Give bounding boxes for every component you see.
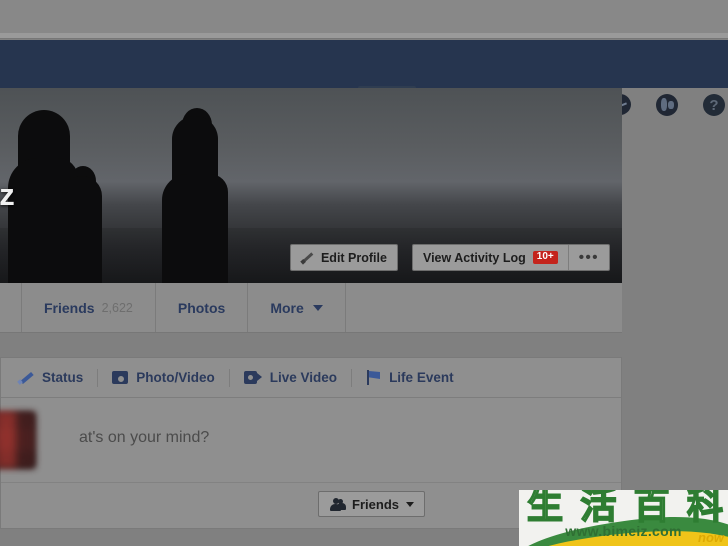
activity-log-badge: 10+ [532,251,558,264]
friends-icon [329,497,347,511]
edit-profile-button[interactable]: Edit Profile [289,244,398,271]
watermark-chinese-title: 生 活 百 科 [526,490,724,527]
avatar-pixelated-overlay [0,412,35,468]
browser-chrome-divider [0,33,728,39]
sidebar-item-friends[interactable]: Friends 2,622 [22,283,156,332]
edit-profile-label: Edit Profile [320,250,387,265]
facebook-navbar: Shaine Home ? [0,40,728,120]
flag-icon [366,370,381,385]
composer-live-label: Live Video [269,370,338,385]
composer-tab-row: Status Photo/Video Live Video Life Event [1,358,621,398]
cover-action-buttons: Edit Profile View Activity Log 10+ ••• [289,244,610,271]
watermark-char-1: 生 [526,490,564,527]
pencil-icon [17,370,34,385]
more-options-button[interactable]: ••• [569,245,609,270]
pencil-icon [300,251,314,265]
tab-friends-count: 2,622 [101,300,133,315]
watermark-url: www.bimeiz.com [565,523,682,539]
sidebar-item-photos[interactable]: Photos [156,283,249,332]
ellipsis-icon: ••• [578,249,599,266]
tab-more-label: More [270,299,304,316]
watermark-char-2: 活 [580,490,618,527]
tab-photos-label: Photos [177,299,226,316]
tab-friends-label: Friends [44,299,95,316]
composer-photo-label: Photo/Video [136,370,215,385]
watermark-char-3: 百 [633,490,671,527]
privacy-selector-button[interactable]: Friends [318,491,425,517]
view-activity-log-label: View Activity Log [422,250,526,265]
silhouette-adult-right-body [162,174,228,283]
privacy-label: Friends [352,496,399,512]
chevron-down-icon [406,501,414,507]
watermark-char-4: 科 [686,490,724,527]
notifications-globe-icon[interactable] [654,92,680,118]
composer-input-area[interactable]: at's on your mind? [0,398,621,482]
view-activity-log-button[interactable]: View Activity Log 10+ [413,245,568,270]
tab-timeline-cutoff[interactable] [0,283,22,332]
chevron-down-icon [312,304,323,311]
help-icon[interactable]: ? [701,92,727,118]
cover-photo[interactable]: puz Edit Profile View Activity Log 10+ • [0,88,622,283]
composer-tab-status[interactable]: Status [5,370,97,385]
composer-tab-live-video[interactable]: Live Video [230,370,351,385]
watermark-logo: 生 活 百 科 www.bimeiz.com now [519,490,728,546]
composer-tab-photo-video[interactable]: Photo/Video [98,370,229,385]
composer-life-event-label: Life Event [389,370,454,385]
video-camera-icon [243,371,262,384]
composer-status-label: Status [42,370,84,385]
composer-tab-life-event[interactable]: Life Event [352,370,468,385]
watermark-corner-text: now [698,530,724,545]
profile-content-column: puz Edit Profile View Activity Log 10+ • [0,88,622,529]
camera-icon [112,371,129,384]
browser-chrome-area [0,0,728,33]
profile-tab-bar: Friends 2,622 Photos More [0,283,622,333]
sidebar-item-more[interactable]: More [248,283,346,332]
activity-log-button-group: View Activity Log 10+ ••• [411,244,610,271]
screenshot-root: Shaine Home ? [0,0,728,546]
silhouette-child-body [62,176,102,283]
composer-placeholder: at's on your mind? [79,429,210,446]
profile-display-name: puz [0,177,15,212]
